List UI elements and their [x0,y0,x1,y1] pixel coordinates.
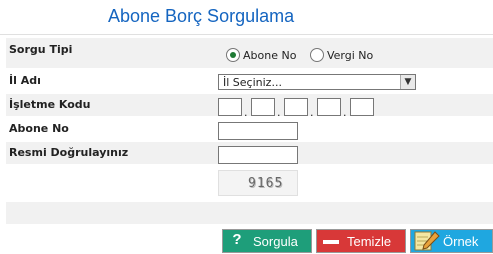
radio-abone-no[interactable] [226,48,240,62]
ornek-button[interactable]: Örnek [410,229,493,253]
ornek-label: Örnek [443,234,479,249]
minus-icon [323,240,339,244]
abone-no-input[interactable] [218,122,298,140]
page: Abone Borç Sorgulama Sorgu Tipi Abone No… [0,0,493,254]
isletme-kodu-field-4[interactable] [317,98,341,116]
isletme-kodu-field-5[interactable] [350,98,374,116]
question-icon: ? [232,231,242,248]
radio-vergi-no-label[interactable]: Vergi No [327,49,373,62]
label-resmi-dogrula: Resmi Doğrulayınız [9,146,129,159]
label-il-adi: İl Adı [9,74,41,87]
radio-group-sorgu-tipi: Abone No Vergi No [226,48,383,62]
row-isletme-kodu: İşletme Kodu [6,94,493,116]
isletme-kodu-field-3[interactable] [284,98,308,116]
sorgula-label: Sorgula [253,234,298,249]
label-sorgu-tipi: Sorgu Tipi [9,43,73,56]
page-title: Abone Borç Sorgulama [108,6,295,26]
isletme-kodu-field-2[interactable] [251,98,275,116]
il-select[interactable]: İl Seçiniz... ▼ [218,74,416,90]
isletme-kodu-field-1[interactable] [218,98,242,116]
label-abone-no: Abone No [9,122,69,135]
temizle-label: Temizle [347,234,392,249]
il-select-value: İl Seçiniz... [223,76,282,89]
chevron-down-icon[interactable]: ▼ [400,75,415,89]
captcha-text: 9165 [248,176,284,191]
label-isletme-kodu: İşletme Kodu [9,98,91,111]
radio-abone-no-label[interactable]: Abone No [243,49,296,62]
temizle-button[interactable]: Temizle [316,229,406,253]
radio-vergi-no[interactable] [309,48,324,62]
sorgula-button[interactable]: ? Sorgula [222,229,312,253]
row-empty [6,202,493,224]
title-divider [0,34,493,35]
note-pencil-icon [414,231,440,251]
captcha-input[interactable] [218,146,298,164]
